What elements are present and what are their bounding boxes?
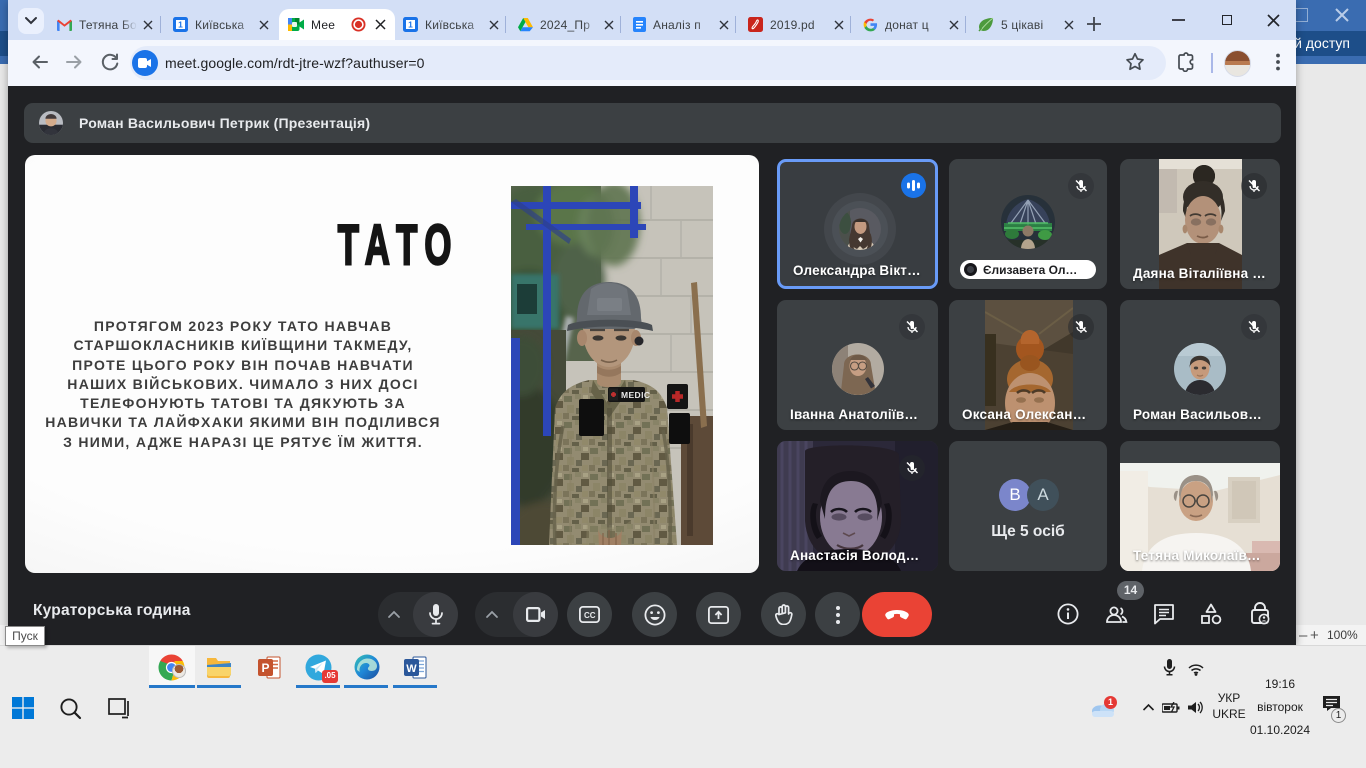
svg-text:1: 1 xyxy=(178,20,183,30)
svg-text:W: W xyxy=(406,663,417,675)
svg-text:1: 1 xyxy=(408,20,413,30)
svg-text:P: P xyxy=(261,661,269,675)
svg-text:MEDIC: MEDIC xyxy=(621,390,650,400)
svg-text:CC: CC xyxy=(584,611,596,620)
